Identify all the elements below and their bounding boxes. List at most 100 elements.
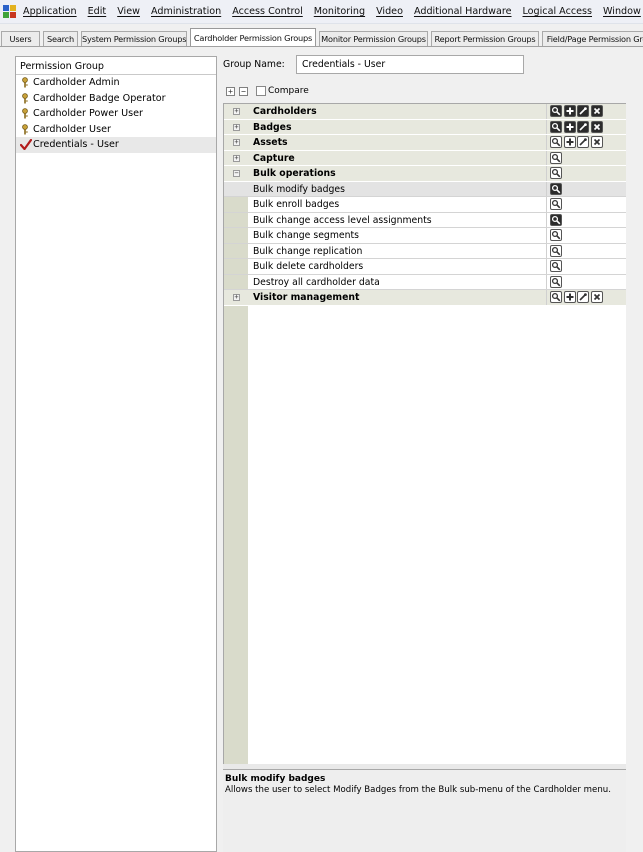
view-permission-icon[interactable] [550, 291, 562, 303]
compare-label: Compare [268, 86, 309, 96]
tab-cardholder-permission-groups[interactable]: Cardholder Permission Groups [190, 28, 316, 46]
view-permission-icon[interactable] [550, 198, 562, 210]
modify-permission-icon[interactable] [577, 105, 589, 117]
tree-row-label: Cardholders [253, 106, 317, 117]
view-permission-icon[interactable] [550, 275, 562, 288]
modify-permission-icon[interactable] [577, 120, 589, 133]
tree-category-badges[interactable]: + Badges [224, 119, 626, 135]
tree-row-label: Bulk change segments [253, 230, 359, 241]
view-permission-icon[interactable] [550, 120, 562, 133]
column-divider [546, 274, 547, 289]
column-divider [546, 212, 547, 227]
key-icon [20, 108, 30, 119]
permission-group-item-cardholder-admin[interactable]: Cardholder Admin [16, 75, 216, 91]
modify-permission-icon[interactable] [577, 136, 589, 148]
permission-group-item-credentials-user[interactable]: Credentials - User [16, 137, 216, 153]
column-divider [546, 135, 547, 150]
view-permission-icon[interactable] [550, 260, 562, 272]
permission-group-item-cardholder-user[interactable]: Cardholder User [16, 122, 216, 138]
column-divider [546, 166, 547, 181]
tree-item-bulk-delete-cardholders[interactable]: Bulk delete cardholders [224, 259, 626, 275]
key-icon [20, 92, 30, 104]
tab-users[interactable]: Users [1, 31, 40, 46]
delete-permission-icon[interactable] [590, 120, 603, 133]
tab-monitor-permission-groups[interactable]: Monitor Permission Groups [319, 31, 428, 46]
menu-additional-hardware[interactable]: Additional Hardware [414, 6, 512, 17]
collapse-all-icon[interactable]: − [239, 87, 248, 96]
tree-item-bulk-change-replication[interactable]: Bulk change replication [224, 243, 626, 259]
tree-item-bulk-modify-badges[interactable]: Bulk modify badges [224, 181, 626, 197]
tree-category-visitor-management[interactable]: + Visitor management [224, 290, 626, 306]
menu-view[interactable]: View [117, 6, 140, 17]
permission-group-list: Permission Group Cardholder Admin Cardhol… [15, 56, 217, 852]
view-permission-icon[interactable] [550, 136, 562, 148]
tab-system-permission-groups[interactable]: System Permission Groups [81, 31, 187, 46]
column-divider [546, 228, 547, 243]
add-permission-icon[interactable] [563, 136, 576, 148]
permission-icons [550, 229, 564, 241]
tab-report-permission-groups[interactable]: Report Permission Groups [431, 31, 539, 46]
tab-search[interactable]: Search [43, 31, 78, 46]
collapse-icon[interactable]: − [233, 170, 240, 177]
key-icon [20, 123, 30, 135]
expand-icon[interactable]: + [233, 154, 240, 162]
permission-icons [550, 244, 564, 257]
menu-administration[interactable]: Administration [151, 6, 221, 17]
tree-item-bulk-enroll-badges[interactable]: Bulk enroll badges [224, 197, 626, 213]
view-permission-icon[interactable] [550, 167, 562, 179]
column-divider [546, 181, 547, 196]
tree-category-capture[interactable]: + Capture [224, 150, 626, 166]
expand-icon[interactable]: + [233, 123, 240, 131]
delete-permission-icon[interactable] [590, 291, 603, 303]
expand-icon[interactable]: + [233, 139, 240, 146]
add-permission-icon[interactable] [563, 120, 576, 133]
permission-icons [550, 151, 564, 164]
add-permission-icon[interactable] [563, 105, 576, 117]
modify-permission-icon[interactable] [577, 291, 589, 303]
menu-access-control[interactable]: Access Control [232, 6, 303, 17]
expand-icon[interactable]: + [233, 108, 240, 115]
view-permission-icon[interactable] [550, 213, 562, 226]
tree-row-label: Bulk change replication [253, 245, 363, 257]
menu-monitoring[interactable]: Monitoring [314, 6, 365, 17]
tree-category-bulk-operations[interactable]: − Bulk operations [224, 166, 626, 182]
view-permission-icon[interactable] [550, 105, 562, 117]
view-permission-icon[interactable] [550, 151, 562, 164]
menu-video[interactable]: Video [376, 6, 403, 17]
group-name-field[interactable]: Credentials - User [296, 55, 524, 74]
tree-row-label: Bulk enroll badges [253, 199, 340, 210]
expand-icon[interactable]: + [233, 294, 240, 301]
tree-category-cardholders[interactable]: + Cardholders [224, 104, 626, 120]
permission-icons [550, 120, 604, 133]
permission-group-item-cardholder-badge-operator[interactable]: Cardholder Badge Operator [16, 91, 216, 107]
add-permission-icon[interactable] [563, 291, 576, 303]
tab-field-page-permission-gro[interactable]: Field/Page Permission Gro [542, 31, 643, 46]
column-divider [546, 290, 547, 305]
menu-window[interactable]: Window [603, 6, 641, 17]
permission-icons [550, 167, 564, 179]
view-permission-icon[interactable] [550, 229, 562, 241]
tree-item-bulk-change-access-level-assignments[interactable]: Bulk change access level assignments [224, 212, 626, 228]
permission-group-item-cardholder-power-user[interactable]: Cardholder Power User [16, 106, 216, 122]
menu-bar: Application Edit View Administration Access … [0, 0, 643, 24]
view-permission-icon[interactable] [550, 182, 562, 195]
menu-edit[interactable]: Edit [88, 6, 107, 17]
expand-all-icon[interactable]: + [226, 87, 235, 96]
view-permission-icon[interactable] [550, 244, 562, 257]
checkmark-icon [19, 138, 33, 151]
tab-bar: Users Search System Permission Groups Cardh… [0, 27, 643, 47]
compare-checkbox[interactable] [256, 86, 266, 96]
tree-row-label: Destroy all cardholder data [253, 276, 380, 288]
permission-icons [550, 182, 564, 195]
column-divider [546, 197, 547, 212]
permission-icons [550, 105, 604, 117]
menu-logical-access[interactable]: Logical Access [523, 6, 593, 17]
tree-category-assets[interactable]: + Assets [224, 135, 626, 151]
description-title: Bulk modify badges [225, 774, 326, 784]
tree-item-destroy-all-cardholder-data[interactable]: Destroy all cardholder data [224, 274, 626, 290]
delete-permission-icon[interactable] [590, 136, 603, 148]
menu-application[interactable]: Application [23, 6, 77, 17]
app-logo-icon[interactable] [3, 5, 17, 18]
tree-item-bulk-change-segments[interactable]: Bulk change segments [224, 228, 626, 244]
delete-permission-icon[interactable] [590, 105, 603, 117]
